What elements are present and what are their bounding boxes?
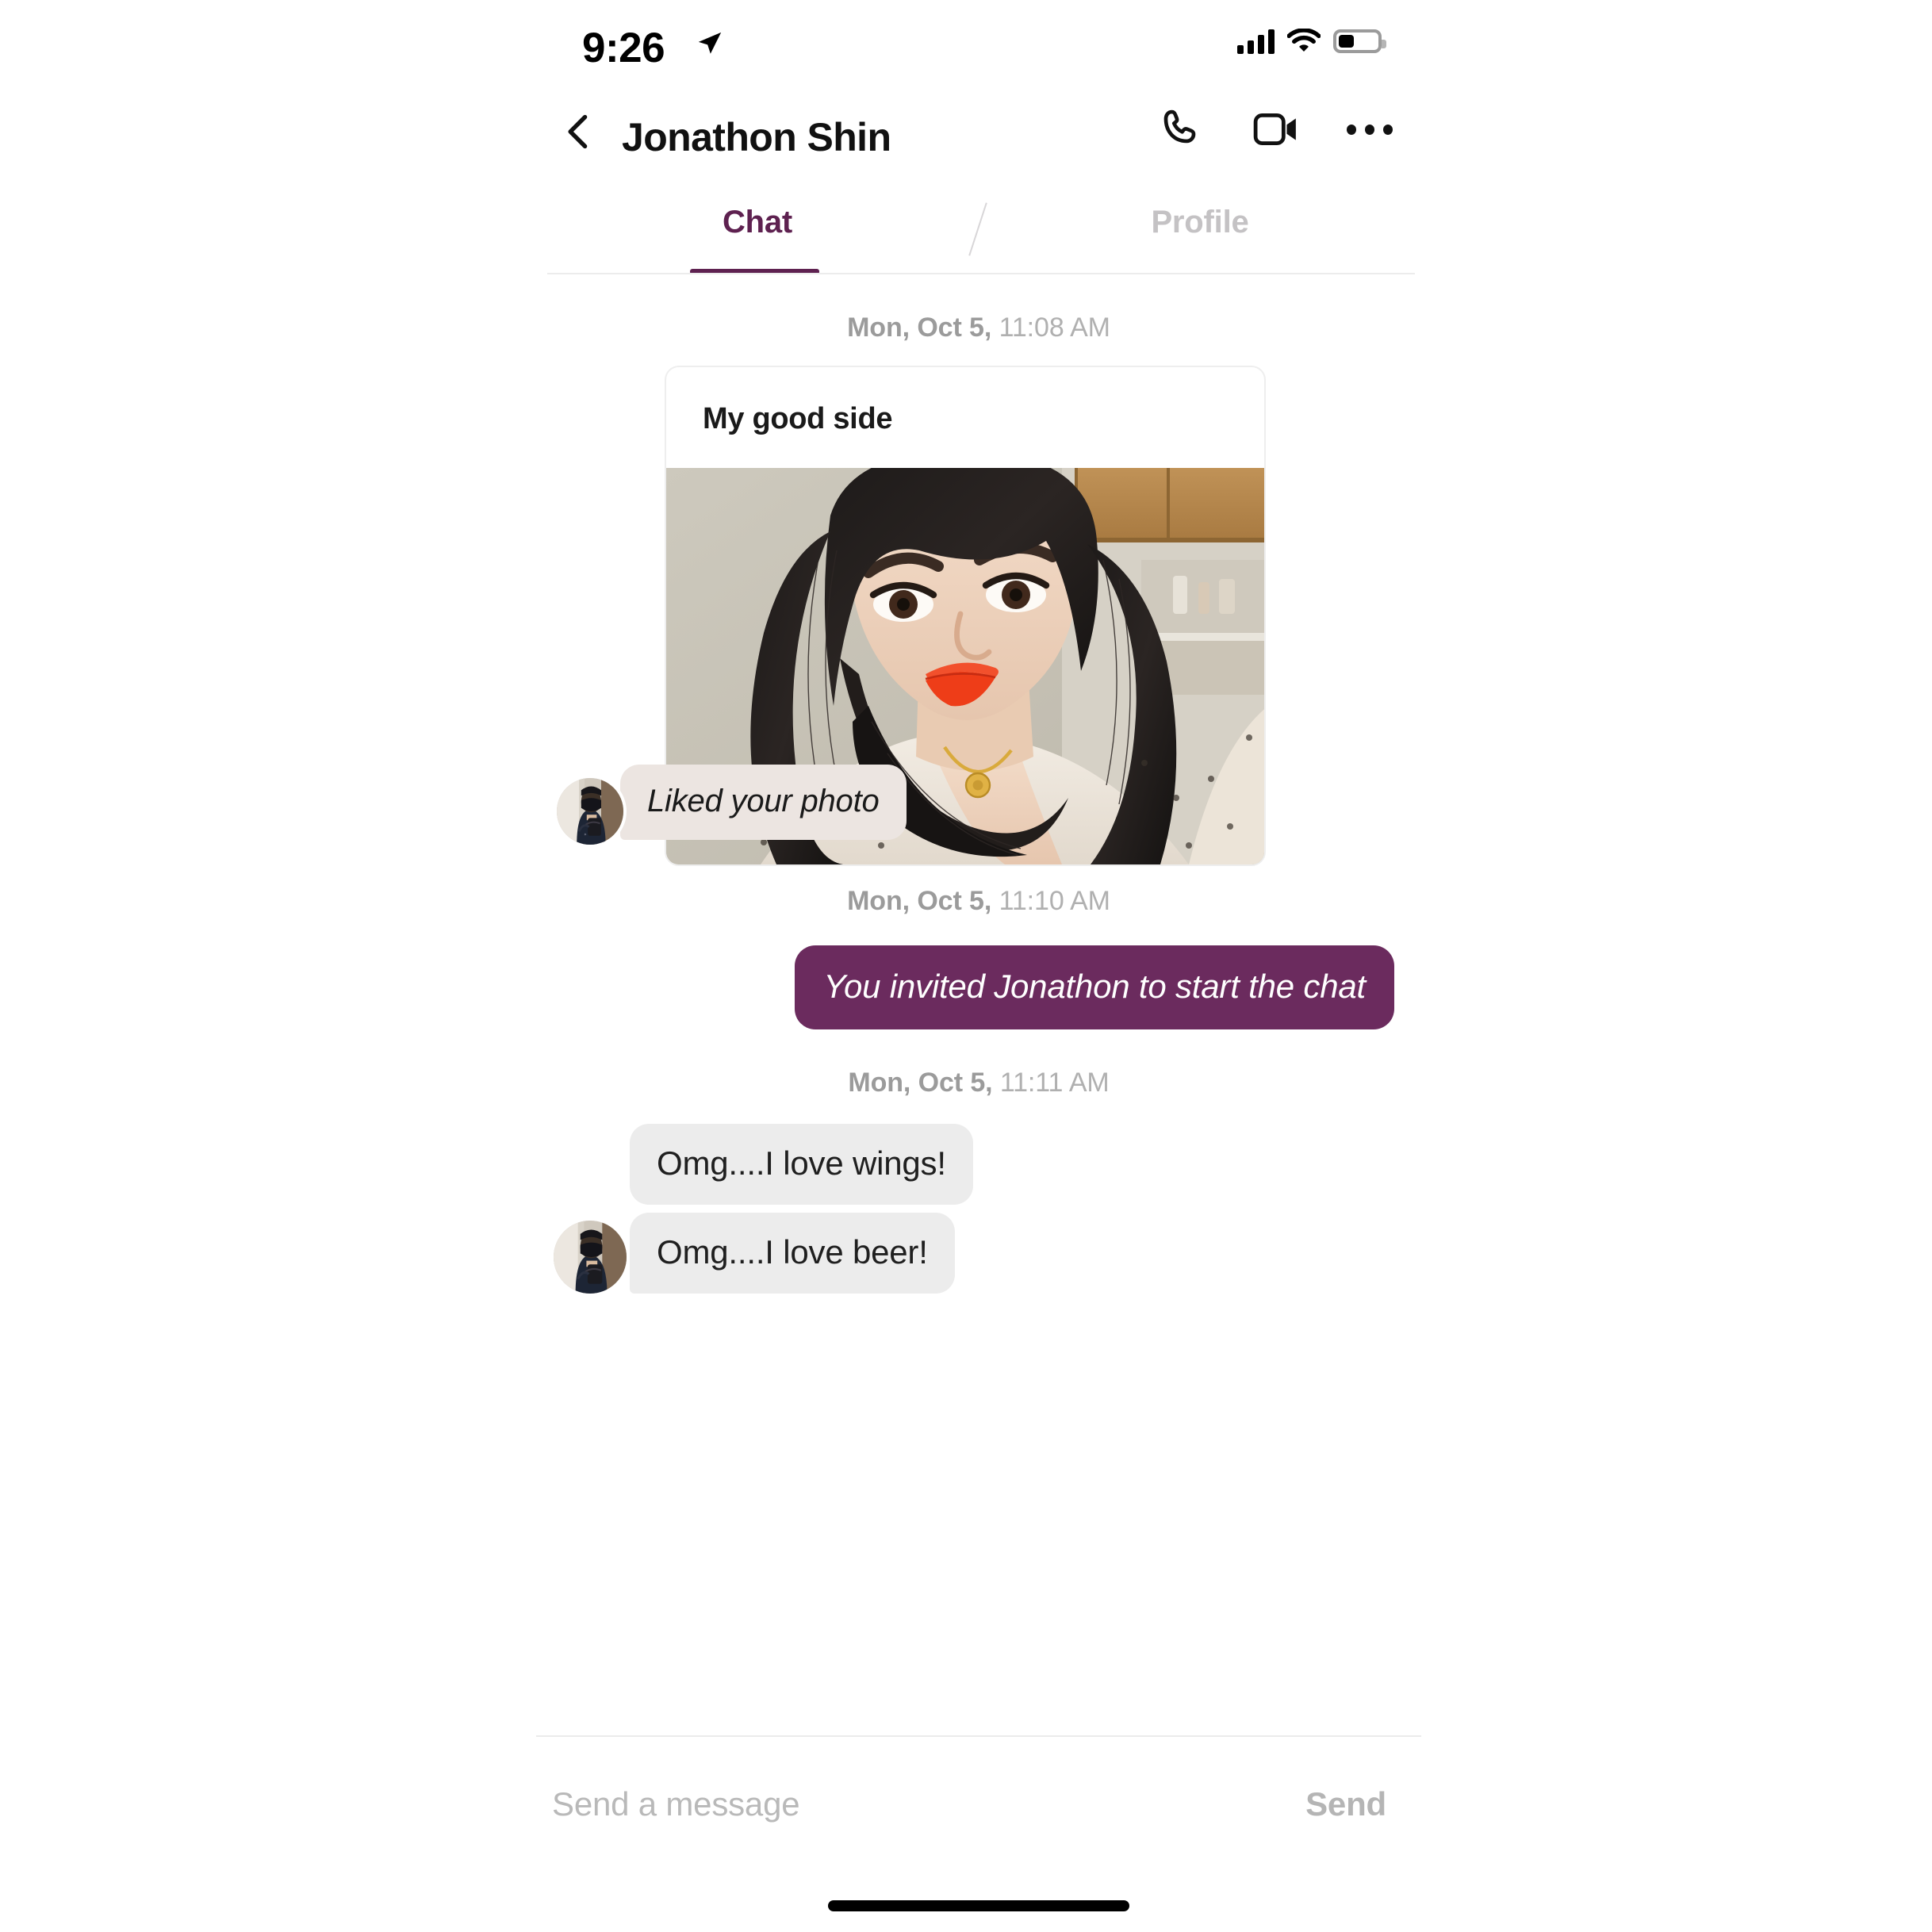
- tab-chat[interactable]: Chat: [536, 187, 979, 274]
- timestamp-date: Mon, Oct 5,: [847, 886, 992, 916]
- incoming-message-row: Omg....I love beer!: [554, 1213, 1421, 1294]
- tab-bar: Chat Profile: [536, 187, 1421, 274]
- status-bar: 9:26: [536, 0, 1421, 89]
- phone-viewport: 9:26 Jonathon Shin Chat Profile Mon, Oct…: [536, 0, 1421, 1932]
- timestamp-time: 11:10 AM: [991, 886, 1110, 916]
- message-thread: Mon, Oct 5, 11:08 AM My good side ✦ Like…: [536, 274, 1421, 1294]
- incoming-message-bubble[interactable]: Omg....I love wings!: [630, 1124, 973, 1205]
- timestamp-divider: Mon, Oct 5, 11:11 AM: [536, 1029, 1421, 1098]
- avatar[interactable]: [554, 1221, 627, 1294]
- incoming-message-row: Omg....I love wings!: [554, 1124, 1421, 1213]
- outgoing-message-row: You invited Jonathon to start the chat: [536, 917, 1421, 1029]
- status-bar-indicators: [1237, 28, 1386, 54]
- tab-profile[interactable]: Profile: [979, 187, 1421, 274]
- cellular-signal-icon: [1237, 29, 1275, 54]
- liked-reaction-row: ✦ Liked your photo: [554, 765, 907, 848]
- timestamp-date: Mon, Oct 5,: [848, 1068, 993, 1098]
- incoming-message-group: Omg....I love wings! Omg....I love beer!: [536, 1098, 1421, 1294]
- battery-icon: [1333, 29, 1386, 53]
- avatar[interactable]: ✦: [554, 775, 627, 848]
- chat-header: Jonathon Shin: [536, 89, 1421, 187]
- page-title: Jonathon Shin: [622, 115, 891, 159]
- screen: 9:26 Jonathon Shin Chat Profile Mon, Oct…: [0, 0, 1932, 1932]
- phone-icon[interactable]: [1160, 106, 1206, 152]
- photo-message-row: My good side ✦ Liked your photo: [536, 366, 1421, 866]
- svg-text:✦: ✦: [584, 832, 588, 838]
- video-camera-icon[interactable]: [1253, 106, 1299, 152]
- header-actions: [1160, 106, 1393, 152]
- timestamp-date: Mon, Oct 5,: [847, 312, 992, 343]
- location-arrow-icon: [696, 30, 723, 57]
- timestamp-time: 11:11 AM: [992, 1068, 1110, 1098]
- home-indicator: [828, 1900, 1129, 1911]
- status-bar-time: 9:26: [582, 25, 665, 71]
- timestamp-time: 11:08 AM: [991, 312, 1110, 343]
- wifi-icon: [1286, 28, 1321, 54]
- send-button[interactable]: Send: [1305, 1785, 1386, 1823]
- reaction-bubble[interactable]: Liked your photo: [620, 765, 907, 840]
- incoming-message-bubble[interactable]: Omg....I love beer!: [630, 1213, 955, 1294]
- photo-caption: My good side: [703, 402, 893, 435]
- back-button[interactable]: [558, 111, 600, 152]
- more-horizontal-icon[interactable]: [1347, 106, 1393, 152]
- composer-bar: Send: [536, 1737, 1421, 1872]
- outgoing-message-bubble[interactable]: You invited Jonathon to start the chat: [795, 945, 1394, 1029]
- message-input[interactable]: [552, 1785, 1306, 1823]
- timestamp-divider: Mon, Oct 5, 11:08 AM: [536, 274, 1421, 343]
